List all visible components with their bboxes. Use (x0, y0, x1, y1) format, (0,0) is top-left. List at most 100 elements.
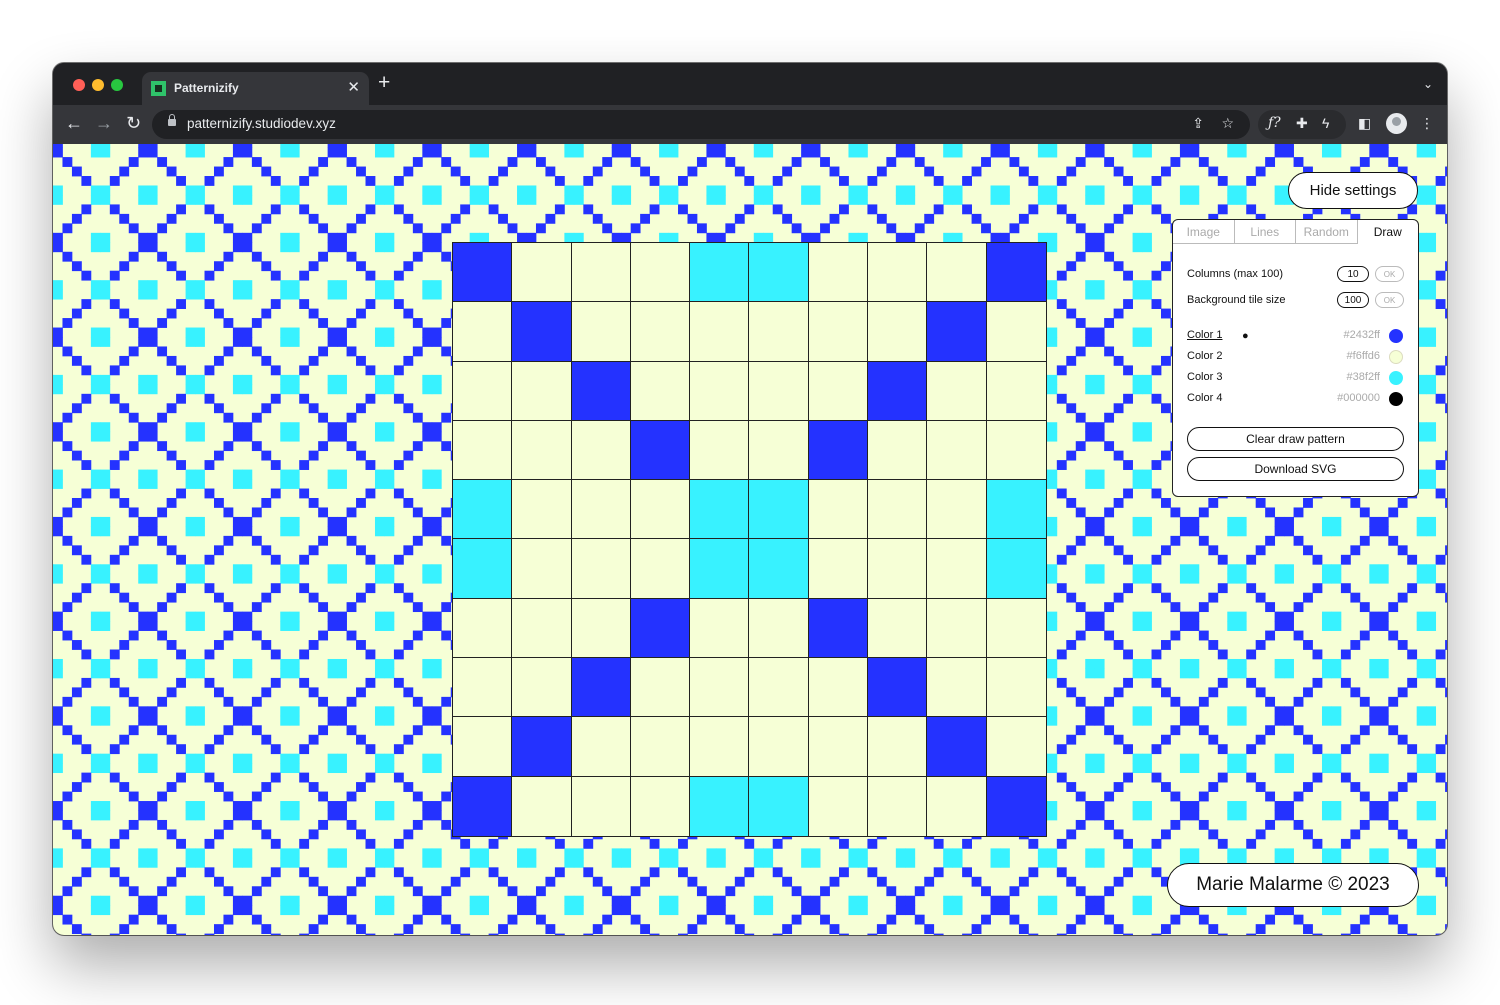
grid-cell[interactable] (690, 717, 750, 777)
color-row-2[interactable]: Color 2 #f6ffd6 (1187, 349, 1404, 365)
grid-cell[interactable] (749, 302, 809, 362)
grid-cell[interactable] (690, 539, 750, 599)
grid-cell[interactable] (512, 420, 572, 481)
maximize-window-button[interactable] (111, 79, 123, 91)
grid-cell[interactable] (749, 598, 809, 659)
grid-cell[interactable] (986, 243, 1046, 303)
grid-cell[interactable] (453, 302, 513, 362)
color-name[interactable]: Color 2 (1187, 350, 1222, 362)
grid-cell[interactable] (630, 361, 691, 421)
font-inspector-extension-icon[interactable]: ƒ? (1268, 115, 1281, 131)
grid-cell[interactable] (690, 598, 750, 659)
grid-cell[interactable] (927, 658, 987, 718)
grid-cell[interactable] (927, 480, 987, 540)
grid-cell[interactable] (986, 658, 1046, 718)
draw-grid[interactable] (452, 242, 1047, 837)
grid-cell[interactable] (927, 243, 987, 303)
menu-kebab-icon[interactable]: ⋮ (1420, 115, 1434, 132)
grid-cell[interactable] (808, 302, 869, 362)
download-svg-button[interactable]: Download SVG (1187, 457, 1404, 481)
grid-cell[interactable] (512, 243, 572, 303)
grid-cell[interactable] (927, 776, 987, 836)
tab-patternizify[interactable]: Patternizify ✕ (142, 72, 369, 105)
color-name[interactable]: Color 3 (1187, 371, 1222, 383)
grid-cell[interactable] (868, 658, 928, 718)
color-row-1[interactable]: Color 1 ● #2432ff (1187, 328, 1404, 344)
tile-size-ok-button[interactable]: OK (1375, 292, 1404, 308)
color-hex-value[interactable]: #38f2ff (1347, 371, 1380, 383)
tab-search-chevron-icon[interactable]: ⌄ (1423, 77, 1433, 91)
color-swatch[interactable] (1389, 329, 1403, 343)
forward-arrow-icon[interactable]: → (95, 113, 113, 133)
grid-cell[interactable] (571, 717, 631, 777)
grid-cell[interactable] (630, 420, 691, 481)
reload-icon[interactable]: ↻ (126, 113, 141, 133)
grid-cell[interactable] (630, 658, 691, 718)
grid-cell[interactable] (512, 539, 572, 599)
grid-cell[interactable] (453, 598, 513, 659)
grid-cell[interactable] (630, 598, 691, 659)
grid-cell[interactable] (453, 420, 513, 481)
grid-cell[interactable] (630, 776, 691, 836)
grid-cell[interactable] (630, 539, 691, 599)
grid-cell[interactable] (512, 717, 572, 777)
profile-avatar[interactable] (1386, 113, 1407, 134)
grid-cell[interactable] (868, 539, 928, 599)
color-name[interactable]: Color 4 (1187, 392, 1222, 404)
side-panel-icon[interactable]: ◧ (1358, 115, 1371, 132)
grid-cell[interactable] (512, 361, 572, 421)
grid-cell[interactable] (571, 243, 631, 303)
grid-cell[interactable] (690, 243, 750, 303)
hide-settings-button[interactable]: Hide settings (1288, 172, 1418, 209)
bookmark-star-icon[interactable]: ☆ (1221, 115, 1234, 132)
grid-cell[interactable] (512, 598, 572, 659)
grid-cell[interactable] (808, 598, 869, 659)
grid-cell[interactable] (571, 658, 631, 718)
grid-cell[interactable] (868, 776, 928, 836)
url-text[interactable]: patternizify.studiodev.xyz (187, 116, 336, 131)
grid-cell[interactable] (868, 717, 928, 777)
grid-cell[interactable] (986, 717, 1046, 777)
grid-cell[interactable] (630, 243, 691, 303)
grid-cell[interactable] (571, 361, 631, 421)
tab-random[interactable]: Random (1296, 220, 1358, 244)
grid-cell[interactable] (512, 658, 572, 718)
grid-cell[interactable] (571, 539, 631, 599)
grid-cell[interactable] (986, 420, 1046, 481)
grid-cell[interactable] (512, 302, 572, 362)
grid-cell[interactable] (808, 776, 869, 836)
grid-cell[interactable] (749, 539, 809, 599)
grid-cell[interactable] (927, 717, 987, 777)
color-swatch[interactable] (1389, 392, 1403, 406)
grid-cell[interactable] (749, 658, 809, 718)
grid-cell[interactable] (690, 420, 750, 481)
grid-cell[interactable] (986, 776, 1046, 836)
tab-image[interactable]: Image (1173, 220, 1235, 244)
grid-cell[interactable] (749, 717, 809, 777)
grid-cell[interactable] (690, 302, 750, 362)
grid-cell[interactable] (927, 539, 987, 599)
grid-cell[interactable] (808, 658, 869, 718)
tile-size-input[interactable]: 100 (1337, 292, 1369, 308)
grid-cell[interactable] (512, 480, 572, 540)
grid-cell[interactable] (808, 717, 869, 777)
grid-cell[interactable] (512, 776, 572, 836)
grid-cell[interactable] (986, 598, 1046, 659)
puzzle-extensions-icon[interactable]: ✚ (1296, 115, 1308, 132)
grid-cell[interactable] (453, 776, 513, 836)
grid-cell[interactable] (868, 598, 928, 659)
color-hex-value[interactable]: #000000 (1337, 392, 1380, 404)
color-hex-value[interactable]: #f6ffd6 (1347, 350, 1380, 362)
grid-cell[interactable] (868, 480, 928, 540)
grid-cell[interactable] (453, 361, 513, 421)
grid-cell[interactable] (690, 361, 750, 421)
grid-cell[interactable] (808, 420, 869, 481)
color-swatch[interactable] (1389, 371, 1403, 385)
grid-cell[interactable] (453, 539, 513, 599)
grid-cell[interactable] (453, 717, 513, 777)
grid-cell[interactable] (868, 302, 928, 362)
grid-cell[interactable] (927, 302, 987, 362)
grid-cell[interactable] (571, 480, 631, 540)
minimize-window-button[interactable] (92, 79, 104, 91)
grid-cell[interactable] (749, 361, 809, 421)
